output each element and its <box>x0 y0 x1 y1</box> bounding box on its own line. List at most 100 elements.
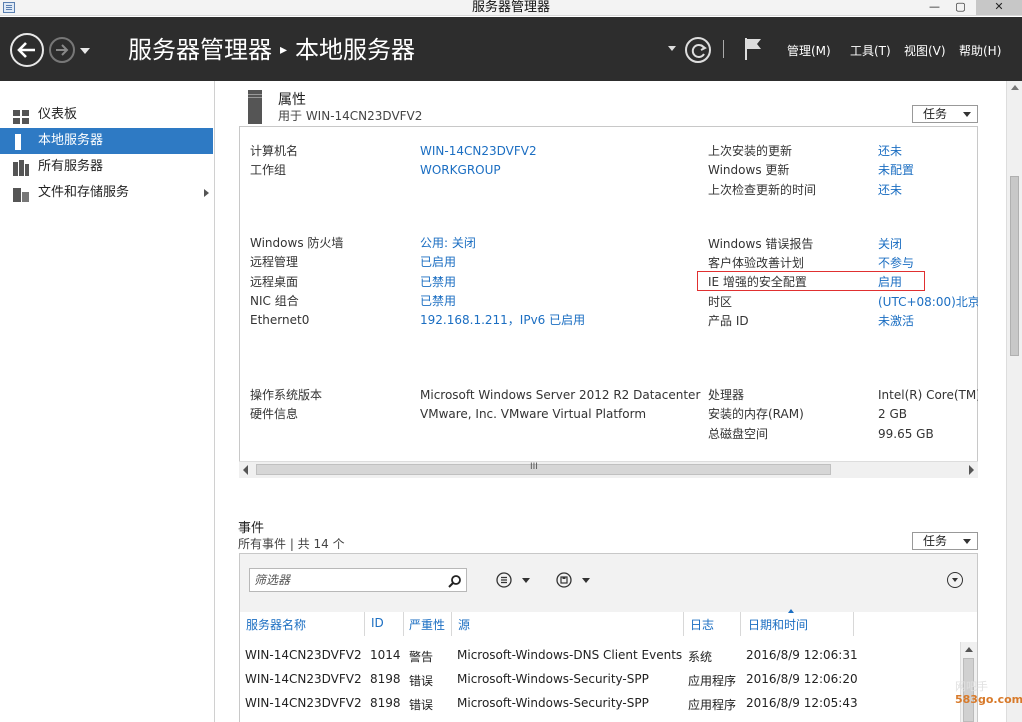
prop-label: 处理器 <box>708 388 745 402</box>
prop-value-error-reporting[interactable]: 关闭 <box>878 236 902 252</box>
cell-severity: 警告 <box>409 650 434 664</box>
column-log[interactable]: 日志 <box>690 616 714 633</box>
scroll-up-icon[interactable] <box>965 647 973 652</box>
panel-edge <box>978 126 1006 478</box>
prop-value-computer-name[interactable]: WIN-14CN23DVFV2 <box>420 143 537 159</box>
sidebar-item-label: 文件和存储服务 <box>38 185 130 200</box>
prop-label: Windows 防火墙 <box>250 236 344 250</box>
prop-value-ram: 2 GB <box>878 407 907 421</box>
prop-value-last-check[interactable]: 还未 <box>878 182 902 198</box>
prop-value-remote-desktop[interactable]: 已禁用 <box>420 274 456 290</box>
prop-label: 时区 <box>708 295 733 309</box>
prop-label: 产品 ID <box>708 314 749 328</box>
column-divider[interactable] <box>364 612 365 636</box>
column-divider[interactable] <box>740 612 741 636</box>
scroll-thumb[interactable] <box>1010 176 1019 356</box>
minimize-button[interactable]: — <box>922 0 947 15</box>
prop-value-remote-management[interactable]: 已启用 <box>420 254 456 270</box>
cell-datetime: 2016/8/9 12:06:20 <box>746 672 858 686</box>
expand-collapse-icon[interactable] <box>947 572 963 588</box>
prop-label: 操作系统版本 <box>250 388 323 402</box>
chevron-right-icon[interactable] <box>204 189 209 197</box>
chevron-down-icon[interactable] <box>582 578 590 583</box>
prop-label: 总磁盘空间 <box>708 427 769 441</box>
prop-value-workgroup[interactable]: WORKGROUP <box>420 162 501 178</box>
breadcrumb: 服务器管理器 ▸ 本地服务器 <box>128 35 415 65</box>
column-severity[interactable]: 严重性 <box>409 616 445 633</box>
cell-datetime: 2016/8/9 12:06:31 <box>746 648 858 662</box>
arrow-left-icon <box>17 42 35 58</box>
tasks-label: 任务 <box>923 107 948 121</box>
breadcrumb-root[interactable]: 服务器管理器 <box>128 36 272 64</box>
properties-hscrollbar[interactable]: III <box>239 461 978 478</box>
column-server-name[interactable]: 服务器名称 <box>246 616 306 633</box>
properties-tasks-button[interactable]: 任务 <box>912 105 978 123</box>
prop-label: 远程桌面 <box>250 275 299 289</box>
cell-id: 8198 <box>370 672 401 686</box>
prop-value-timezone[interactable]: (UTC+08:00)北京 <box>878 294 980 310</box>
scroll-right-icon[interactable] <box>969 465 974 475</box>
prop-value-ceip[interactable]: 不参与 <box>878 255 914 271</box>
prop-label: 硬件信息 <box>250 407 299 421</box>
cell-severity: 错误 <box>409 698 434 712</box>
prop-value-product-id[interactable]: 未激活 <box>878 313 914 329</box>
hscroll-thumb[interactable] <box>256 464 831 475</box>
main-scrollbar[interactable] <box>1006 81 1022 722</box>
cell-log: 应用程序 <box>688 674 737 688</box>
watermark: 网吧手 583go.com <box>955 680 1022 706</box>
watermark-text: 网吧手 <box>955 680 988 693</box>
events-tasks-button[interactable]: 任务 <box>912 532 978 550</box>
forward-button[interactable] <box>49 37 75 63</box>
menu-view[interactable]: 视图(V) <box>904 42 946 59</box>
breadcrumb-separator: ▸ <box>280 42 288 58</box>
scroll-up-icon[interactable] <box>1011 85 1019 90</box>
column-source[interactable]: 源 <box>458 616 470 633</box>
column-id[interactable]: ID <box>371 616 384 630</box>
cell-server: WIN-14CN23DVFV2 <box>245 672 362 686</box>
prop-value-last-update[interactable]: 还未 <box>878 143 902 159</box>
cell-server: WIN-14CN23DVFV2 <box>245 648 362 662</box>
history-dropdown-icon[interactable] <box>80 48 90 54</box>
save-query-icon[interactable] <box>556 572 572 591</box>
column-divider[interactable] <box>403 612 404 636</box>
column-divider[interactable] <box>853 612 854 636</box>
column-datetime[interactable]: 日期和时间 <box>748 616 808 633</box>
cell-source: Microsoft-Windows-DNS Client Events <box>457 648 683 662</box>
sidebar-item-all-servers[interactable]: 所有服务器 <box>0 154 213 180</box>
notifications-flag-icon[interactable] <box>744 37 764 64</box>
menu-help[interactable]: 帮助(H) <box>959 42 1001 59</box>
chevron-down-icon[interactable] <box>522 578 530 583</box>
prop-label: Windows 更新 <box>708 163 790 177</box>
prop-value-windows-update[interactable]: 未配置 <box>878 162 914 178</box>
maximize-button[interactable]: ▢ <box>948 0 973 15</box>
menu-tools[interactable]: 工具(T) <box>850 42 891 59</box>
column-divider[interactable] <box>683 612 684 636</box>
list-options-icon[interactable] <box>496 572 512 591</box>
cell-log: 系统 <box>688 650 713 664</box>
refresh-dropdown-icon[interactable] <box>668 46 676 51</box>
prop-value-nic-teaming[interactable]: 已禁用 <box>420 293 456 309</box>
prop-value-firewall[interactable]: 公用: 关闭 <box>420 235 476 251</box>
watermark-site: 583go.com <box>955 693 1022 706</box>
sidebar-item-label: 所有服务器 <box>38 159 104 174</box>
sidebar-item-local-server[interactable]: 本地服务器 <box>0 128 213 154</box>
cell-id: 1014 <box>370 648 401 662</box>
prop-value-ethernet[interactable]: 192.168.1.211，IPv6 已启用 <box>420 312 585 328</box>
cell-log: 应用程序 <box>688 698 737 712</box>
back-button[interactable] <box>10 33 44 67</box>
hscroll-grip: III <box>530 462 538 472</box>
cell-source: Microsoft-Windows-Security-SPP <box>457 672 649 686</box>
search-icon[interactable] <box>448 573 462 595</box>
column-divider[interactable] <box>451 612 452 636</box>
sidebar-item-file-storage[interactable]: 文件和存储服务 <box>0 180 213 206</box>
refresh-button[interactable] <box>685 37 711 63</box>
menu-manage[interactable]: 管理(M) <box>787 42 831 59</box>
scroll-left-icon[interactable] <box>243 465 248 475</box>
ie-esc-highlight-box <box>697 271 925 291</box>
cell-severity: 错误 <box>409 674 434 688</box>
filter-input[interactable]: 筛选器 <box>249 568 467 592</box>
close-button[interactable]: ✕ <box>976 0 1022 15</box>
filter-placeholder: 筛选器 <box>254 573 291 587</box>
cell-id: 8198 <box>370 696 401 710</box>
sidebar-item-dashboard[interactable]: 仪表板 <box>0 102 213 128</box>
